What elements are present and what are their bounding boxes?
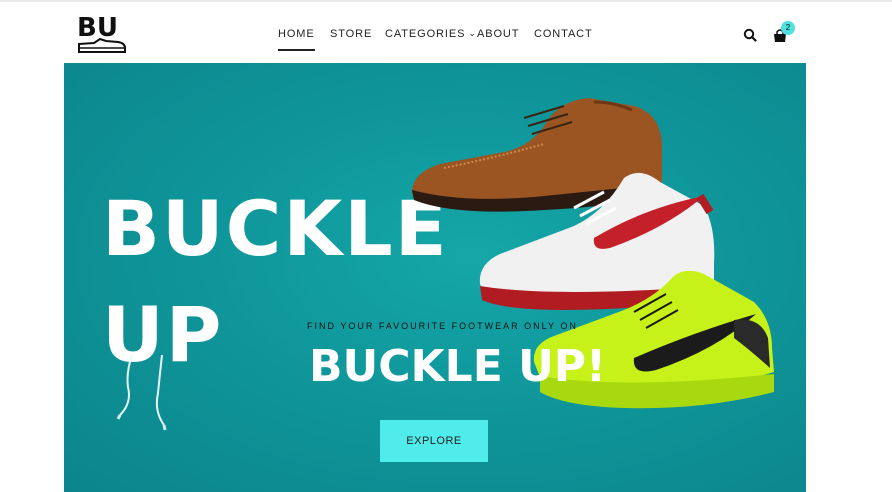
top-divider xyxy=(0,0,892,2)
nav-contact[interactable]: CONTACT xyxy=(534,28,593,40)
site-header: BU HOME STORE CATEGORIES ⌄ ABOUT CONTACT … xyxy=(0,0,892,63)
nav-home[interactable]: HOME xyxy=(278,28,315,51)
hero-banner: BUCKLE UP FIND YOUR FAVOURITE FOOTWEAR O… xyxy=(64,63,806,492)
shoelace-illustration xyxy=(116,354,167,431)
hero-headline: BUCKLE UP! xyxy=(309,341,607,392)
cart-count-badge: 2 xyxy=(781,21,795,35)
hero-title-line1: BUCKLE xyxy=(102,184,449,273)
main-nav: HOME STORE CATEGORIES ⌄ ABOUT CONTACT xyxy=(0,28,892,51)
hero-tagline: FIND YOUR FAVOURITE FOOTWEAR ONLY ON xyxy=(307,321,578,331)
explore-button[interactable]: EXPLORE xyxy=(380,420,488,462)
nav-store[interactable]: STORE xyxy=(330,28,372,40)
search-icon[interactable] xyxy=(743,28,757,42)
nav-about[interactable]: ABOUT xyxy=(477,28,519,40)
chevron-down-icon: ⌄ xyxy=(468,28,477,38)
nav-categories[interactable]: CATEGORIES ⌄ xyxy=(385,28,477,40)
nav-categories-label: CATEGORIES xyxy=(385,28,466,40)
right-margin xyxy=(806,63,892,492)
